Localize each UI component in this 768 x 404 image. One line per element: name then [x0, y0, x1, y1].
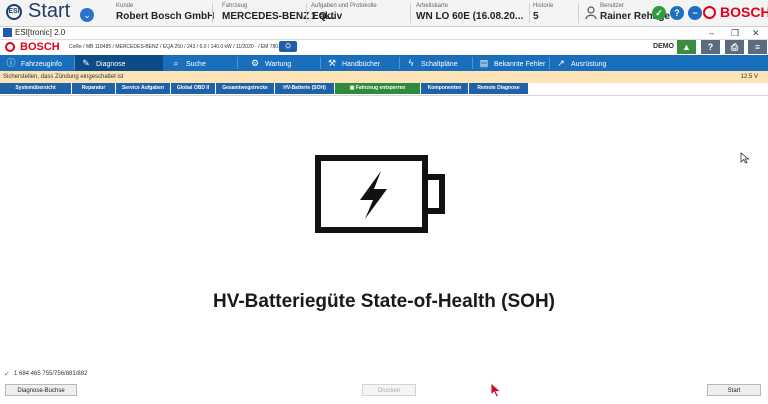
- warning-icon[interactable]: ▲: [677, 40, 696, 54]
- kunde-field[interactable]: Kunde Robert Bosch GmbH: [116, 2, 214, 23]
- footer: ✓ 1 684 465 755/756/881/882 Diagnose-Buc…: [0, 368, 768, 404]
- top-bar: ESI Start ⌄ Kunde Robert Bosch GmbH Fahr…: [0, 0, 768, 27]
- divider: [578, 3, 579, 23]
- tab-fahrzeug-entsperren[interactable]: ▣ Fahrzeug entsperren: [335, 83, 420, 94]
- bosch-ring-icon: [703, 6, 716, 19]
- nav-schaltplaene[interactable]: ϟ Schaltpläne: [400, 55, 472, 71]
- kunde-value: Robert Bosch GmbH: [116, 11, 215, 22]
- nav-ausruestung[interactable]: ↗ Ausrüstung: [550, 55, 622, 71]
- gear-icon: ⚙: [250, 58, 260, 68]
- external-icon: ↗: [557, 58, 565, 68]
- status-message: Sicherstellen, dass Zündung eingeschalte…: [3, 74, 124, 80]
- tab-global-obd[interactable]: Global OBD II: [171, 83, 215, 94]
- nav-handbuecher[interactable]: ⚒ Handbücher: [321, 55, 399, 71]
- divider: [529, 3, 530, 23]
- start-label: Start: [28, 0, 71, 22]
- wrench-icon: ⚒: [327, 58, 337, 68]
- vehicle-info: CoRe / MB 118485 / MERCEDES-BENZ / EQA 2…: [69, 44, 288, 50]
- divider: [410, 3, 411, 23]
- menu-icon[interactable]: ≡: [748, 40, 767, 54]
- app-icon: [3, 28, 12, 37]
- info-icon: ⓘ: [6, 58, 16, 68]
- kunde-label: Kunde: [116, 3, 134, 9]
- start-button[interactable]: ESI Start ⌄: [2, 0, 110, 24]
- header-brand: BOSCH: [20, 41, 60, 53]
- app-header: BOSCH CoRe / MB 118485 / MERCEDES-BENZ /…: [0, 40, 768, 54]
- start-action-button[interactable]: Start: [707, 384, 761, 396]
- sub-nav: Systemübersicht Reparatur Service Aufgab…: [0, 83, 768, 94]
- tab-service-aufgaben[interactable]: Service Aufgaben: [116, 83, 170, 94]
- aufgaben-value: 1 aktiv: [311, 11, 343, 22]
- nav-bekannte-fehler[interactable]: ▤ Bekannte Fehler: [473, 55, 549, 71]
- diagnose-buchse-button[interactable]: Diagnose-Buchse: [5, 384, 77, 396]
- nav-diagnose[interactable]: ✎ Diagnose: [75, 55, 163, 71]
- bosch-brand: BOSCH: [720, 4, 768, 20]
- bosch-logo: BOSCH: [703, 4, 768, 21]
- print-button[interactable]: Drucken: [362, 384, 416, 396]
- start-logo-icon: ESI: [6, 4, 22, 20]
- arbeitskarte-value: WN LO 60E (16.08.20...: [416, 11, 524, 22]
- content-area: HV-Batteriegüte State-of-Health (SOH): [0, 95, 768, 368]
- lightning-icon: ϟ: [408, 58, 414, 68]
- diagnose-icon: ✎: [82, 58, 90, 68]
- minus-icon[interactable]: −: [688, 6, 702, 20]
- nav-wartung[interactable]: ⚙ Wartung: [238, 55, 320, 71]
- window-title-bar: ESI[tronic] 2.0 – ❐ ✕: [0, 27, 768, 40]
- connection-path: 1 684 465 755/756/881/882: [14, 371, 88, 377]
- help-button-icon[interactable]: ?: [701, 40, 720, 54]
- mouse-cursor-icon: [740, 152, 750, 164]
- close-button[interactable]: ✕: [752, 27, 760, 39]
- divider: [306, 3, 307, 23]
- user-icon: [585, 6, 597, 20]
- document-icon: ▤: [479, 58, 489, 68]
- tab-hv-batterie[interactable]: HV-Batterie (SOH): [275, 83, 334, 94]
- status-bar: Sicherstellen, dass Zündung eingeschalte…: [0, 71, 768, 83]
- voltage-readout: 12.5 V: [740, 74, 758, 80]
- car-icon[interactable]: ⛭: [279, 41, 297, 52]
- nav-suche[interactable]: ⌕ Suche: [163, 55, 237, 71]
- connection-ok-icon[interactable]: ✓: [652, 6, 666, 20]
- tab-systemuebersicht[interactable]: Systemübersicht: [0, 83, 71, 94]
- bosch-ring-icon: [5, 42, 15, 52]
- tab-komponenten[interactable]: Komponenten: [421, 83, 468, 94]
- tab-reparatur[interactable]: Reparatur: [72, 83, 115, 94]
- printer-icon[interactable]: ⎙: [725, 40, 744, 54]
- main-nav: ⓘ Fahrzeuginfo ✎ Diagnose ⌕ Suche ⚙ Wartung …: [0, 55, 768, 71]
- arbeitskarte-field[interactable]: Arbeitskarte WN LO 60E (16.08.20...: [416, 2, 523, 23]
- arbeitskarte-label: Arbeitskarte: [416, 3, 449, 9]
- restore-button[interactable]: ❐: [731, 27, 739, 39]
- page-title: HV-Batteriegüte State-of-Health (SOH): [212, 291, 556, 312]
- historie-field[interactable]: Historie 5: [533, 2, 553, 23]
- battery-icon: [315, 155, 445, 233]
- aufgaben-field[interactable]: Aufgaben und Protokolle 1 aktiv: [311, 2, 377, 23]
- aufgaben-label: Aufgaben und Protokolle: [311, 3, 377, 9]
- chevron-down-icon: ⌄: [80, 8, 94, 22]
- window-title: ESI[tronic] 2.0: [15, 28, 66, 37]
- help-icon[interactable]: ?: [670, 6, 684, 20]
- tab-remote-diagnose[interactable]: Remote Diagnose: [469, 83, 528, 94]
- check-icon: ✓: [4, 371, 10, 378]
- search-icon: ⌕: [173, 58, 179, 68]
- historie-label: Historie: [533, 3, 554, 9]
- nav-fahrzeuginfo[interactable]: ⓘ Fahrzeuginfo: [0, 55, 74, 71]
- demo-label: DEMO: [653, 43, 674, 50]
- divider: [212, 3, 213, 23]
- minimize-button[interactable]: –: [709, 27, 714, 39]
- historie-value: 5: [533, 11, 539, 22]
- mouse-cursor-icon: [490, 382, 502, 398]
- tab-gesamtwegstrecke[interactable]: Gesamtwegstrecke: [216, 83, 274, 94]
